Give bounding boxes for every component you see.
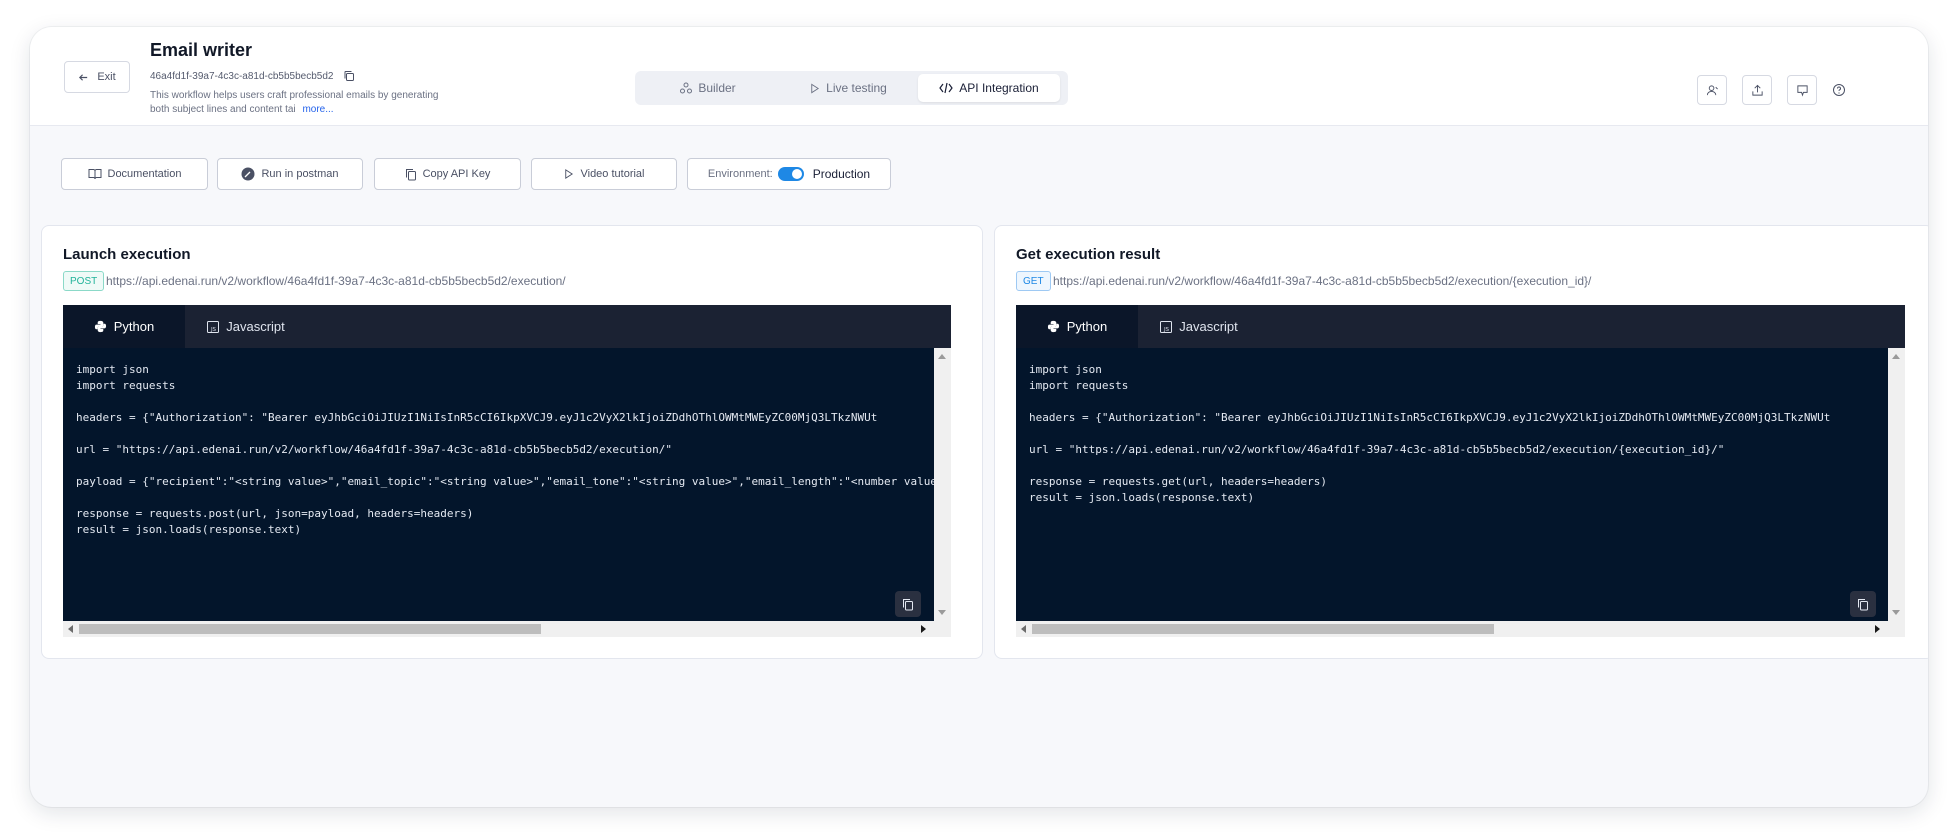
tab-api-integration-label: API Integration — [959, 81, 1039, 95]
launch-execution-title: Launch execution — [63, 246, 191, 263]
copy-code-button[interactable] — [895, 591, 921, 617]
copy-icon — [1858, 598, 1868, 610]
get-method-badge: GET — [1016, 271, 1051, 291]
tab-live-testing[interactable]: Live testing — [778, 74, 918, 102]
copy-icon — [405, 168, 416, 180]
tab-javascript-label: Javascript — [226, 319, 285, 334]
launch-endpoint-url: https://api.edenai.run/v2/workflow/46a4f… — [106, 274, 566, 288]
tab-python[interactable]: Python — [1016, 305, 1138, 348]
tab-javascript[interactable]: JS Javascript — [1138, 305, 1260, 348]
play-icon — [565, 169, 574, 179]
tab-python[interactable]: Python — [63, 305, 185, 348]
copy-icon[interactable] — [343, 70, 355, 82]
tab-javascript[interactable]: JS Javascript — [185, 305, 307, 348]
header-bar: Exit Email writer 46a4fd1f-39a7-4c3c-a81… — [30, 27, 1928, 126]
arrow-left-icon — [79, 73, 88, 81]
vertical-scrollbar[interactable] — [934, 348, 951, 621]
users-icon — [1706, 84, 1718, 95]
get-endpoint-url: https://api.edenai.run/v2/workflow/46a4f… — [1053, 274, 1592, 288]
svg-text:JS: JS — [1163, 327, 1170, 333]
more-link[interactable]: more... — [302, 104, 333, 115]
get-result-title: Get execution result — [1016, 246, 1161, 263]
code-icon — [939, 82, 954, 94]
users-button[interactable] — [1697, 75, 1727, 105]
workflow-id-row: 46a4fd1f-39a7-4c3c-a81d-cb5b5becb5d2 — [150, 70, 355, 82]
get-execution-result-panel: Get execution result GET https://api.ede… — [994, 225, 1928, 659]
svg-text:JS: JS — [210, 327, 217, 333]
feedback-icon — [1796, 84, 1808, 97]
book-icon — [88, 169, 101, 180]
tab-builder[interactable]: Builder — [638, 74, 778, 102]
video-tutorial-button[interactable]: Video tutorial — [531, 158, 677, 190]
environment-toggle[interactable] — [777, 167, 804, 181]
description-text: This workflow helps users craft professi… — [150, 90, 439, 115]
horizontal-scrollbar[interactable] — [1016, 621, 1905, 637]
postman-label: Run in postman — [261, 168, 339, 180]
copy-api-key-label: Copy API Key — [422, 168, 491, 180]
page-title: Email writer — [150, 40, 253, 60]
video-tutorial-label: Video tutorial — [580, 168, 645, 180]
tab-python-label: Python — [113, 319, 155, 334]
help-icon — [1833, 84, 1845, 96]
launch-code-text: import json import requests headers = {"… — [76, 363, 951, 536]
share-icon — [1751, 84, 1763, 96]
launch-code-block: Python JS Javascript import json import … — [63, 305, 951, 637]
environment-label: Environment: — [707, 168, 773, 180]
builder-icon — [680, 82, 693, 94]
run-in-postman-button[interactable]: Run in postman — [217, 158, 363, 190]
environment-value: Production — [812, 167, 871, 181]
documentation-label: Documentation — [107, 168, 182, 180]
tab-live-testing-label: Live testing — [826, 81, 887, 95]
mode-switcher: Builder Live testing API Integration — [635, 71, 1068, 105]
copy-code-button[interactable] — [1850, 591, 1876, 617]
share-button[interactable] — [1742, 75, 1772, 105]
workflow-id: 46a4fd1f-39a7-4c3c-a81d-cb5b5becb5d2 — [150, 70, 334, 82]
exit-button[interactable]: Exit — [64, 61, 130, 93]
python-icon — [1047, 320, 1059, 333]
post-method-badge: POST — [63, 271, 105, 291]
launch-code-tabs: Python JS Javascript — [63, 305, 951, 348]
copy-icon — [903, 598, 913, 610]
launch-execution-panel: Launch execution POST https://api.edenai… — [41, 225, 983, 659]
exit-label: Exit — [97, 71, 116, 83]
play-icon — [811, 83, 820, 93]
documentation-button[interactable]: Documentation — [61, 158, 208, 190]
javascript-icon: JS — [1160, 320, 1173, 333]
python-icon — [94, 320, 106, 333]
tab-python-label: Python — [1066, 319, 1108, 334]
result-code-tabs: Python JS Javascript — [1016, 305, 1905, 348]
environment-selector: Environment: Production — [687, 158, 891, 190]
help-button[interactable] — [1831, 82, 1847, 98]
postman-icon — [241, 167, 255, 181]
tab-builder-label: Builder — [698, 81, 736, 95]
copy-api-key-button[interactable]: Copy API Key — [374, 158, 521, 190]
tab-api-integration[interactable]: API Integration — [918, 74, 1060, 102]
horizontal-scrollbar[interactable] — [63, 621, 951, 637]
javascript-icon: JS — [207, 320, 220, 333]
app-window: Exit Email writer 46a4fd1f-39a7-4c3c-a81… — [30, 27, 1928, 807]
vertical-scrollbar[interactable] — [1888, 348, 1905, 621]
feedback-button[interactable] — [1787, 75, 1817, 105]
result-code-text: import json import requests headers = {"… — [1029, 363, 1831, 504]
workflow-description: This workflow helps users craft professi… — [150, 89, 450, 117]
result-code-block: Python JS Javascript import json import … — [1016, 305, 1905, 637]
tab-javascript-label: Javascript — [1179, 319, 1238, 334]
